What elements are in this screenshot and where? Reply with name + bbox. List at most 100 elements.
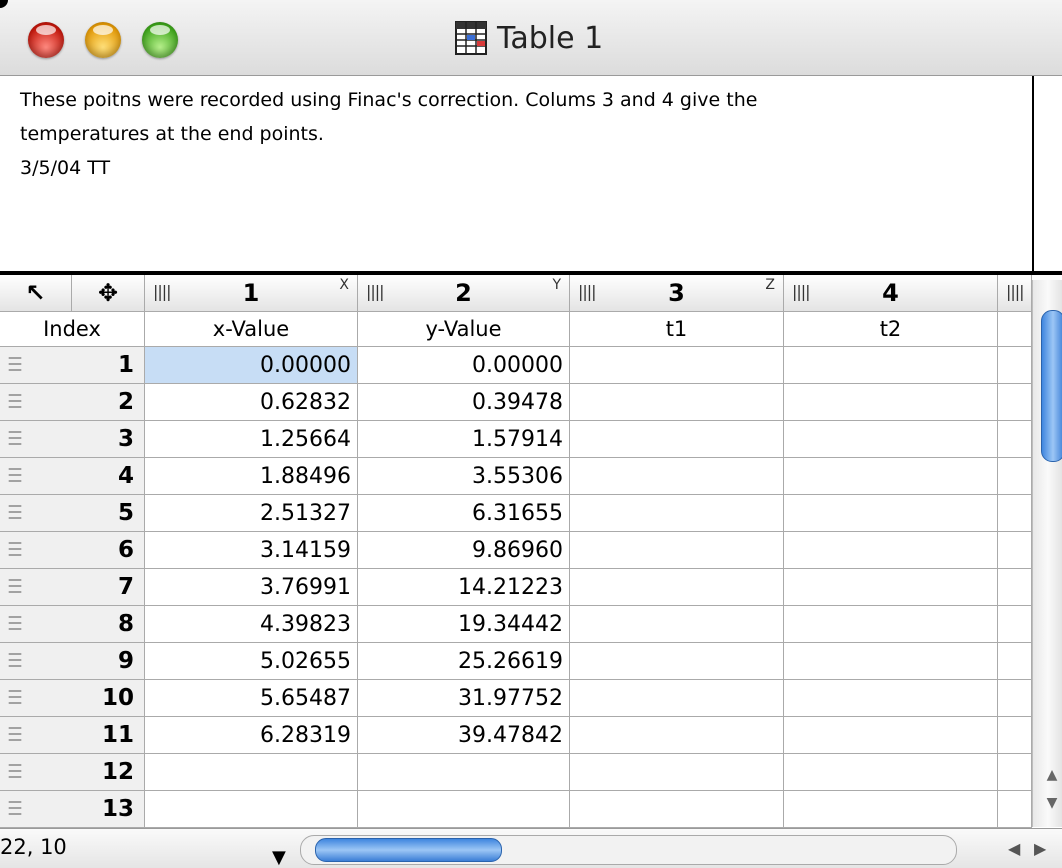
table-cell[interactable] [998, 458, 1032, 495]
table-cell[interactable] [998, 680, 1032, 717]
row-grip-icon[interactable]: — — — [8, 499, 22, 525]
column-name-5[interactable] [998, 312, 1032, 347]
row-header[interactable]: — — — 11 [0, 717, 145, 754]
table-cell[interactable] [998, 569, 1032, 606]
table-cell[interactable]: 1.25664 [145, 421, 358, 458]
vertical-scroll-thumb[interactable] [1041, 310, 1062, 462]
table-cell[interactable] [358, 791, 570, 828]
table-cell[interactable] [784, 680, 998, 717]
row-header[interactable]: — — — 1 [0, 347, 145, 384]
table-cell[interactable] [570, 384, 784, 421]
table-cell[interactable] [784, 791, 998, 828]
table-cell[interactable] [998, 643, 1032, 680]
minimize-button[interactable] [85, 22, 121, 58]
table-cell[interactable] [784, 717, 998, 754]
table-cell[interactable]: 6.31655 [358, 495, 570, 532]
row-grip-icon[interactable]: — — — [8, 647, 22, 673]
zoom-button[interactable] [142, 22, 178, 58]
row-grip-icon[interactable]: — — — [8, 758, 22, 784]
table-cell[interactable] [570, 754, 784, 791]
table-cell[interactable] [998, 606, 1032, 643]
row-header[interactable]: — — — 4 [0, 458, 145, 495]
row-grip-icon[interactable]: — — — [8, 462, 22, 488]
table-cell[interactable]: 5.02655 [145, 643, 358, 680]
table-cell[interactable]: 19.34442 [358, 606, 570, 643]
table-cell[interactable] [998, 717, 1032, 754]
table-cell[interactable] [570, 458, 784, 495]
column-grip-icon[interactable]: |||| [366, 282, 385, 301]
table-cell[interactable]: 0.00000 [145, 347, 358, 384]
table-cell[interactable]: 4.39823 [145, 606, 358, 643]
row-header[interactable]: — — — 3 [0, 421, 145, 458]
column-grip-icon[interactable]: |||| [153, 282, 172, 301]
column-name-2[interactable]: y-Value [358, 312, 570, 347]
table-cell[interactable]: 0.62832 [145, 384, 358, 421]
table-cell[interactable] [358, 754, 570, 791]
table-cell[interactable]: 9.86960 [358, 532, 570, 569]
column-name-1[interactable]: x-Value [145, 312, 358, 347]
row-grip-icon[interactable]: — — — [8, 610, 22, 636]
scroll-up-arrow-icon[interactable]: ▲ [1041, 767, 1062, 789]
table-cell[interactable]: 6.28319 [145, 717, 358, 754]
column-grip-icon[interactable]: |||| [1006, 282, 1025, 301]
horizontal-scrollbar[interactable] [300, 835, 957, 865]
table-cell[interactable]: 3.76991 [145, 569, 358, 606]
vertical-scrollbar[interactable]: ▲ ▼ [1032, 280, 1062, 827]
row-header[interactable]: — — — 12 [0, 754, 145, 791]
table-cell[interactable]: 25.26619 [358, 643, 570, 680]
table-cell[interactable] [145, 791, 358, 828]
table-cell[interactable]: 1.57914 [358, 421, 570, 458]
table-cell[interactable] [998, 495, 1032, 532]
table-cell[interactable]: 1.88496 [145, 458, 358, 495]
column-header-1[interactable]: |||| 1 X [145, 275, 358, 312]
row-header[interactable]: — — — 13 [0, 791, 145, 828]
row-grip-icon[interactable]: — — — [8, 425, 22, 451]
table-cell[interactable] [784, 421, 998, 458]
column-name-4[interactable]: t2 [784, 312, 998, 347]
table-cell[interactable] [998, 421, 1032, 458]
table-cell[interactable]: 5.65487 [145, 680, 358, 717]
column-grip-icon[interactable]: |||| [792, 282, 811, 301]
table-cell[interactable]: 2.51327 [145, 495, 358, 532]
close-button[interactable] [28, 22, 64, 58]
table-cell[interactable]: 3.55306 [358, 458, 570, 495]
row-header[interactable]: — — — 10 [0, 680, 145, 717]
table-cell[interactable] [784, 754, 998, 791]
table-cell[interactable] [998, 347, 1032, 384]
row-header[interactable]: — — — 2 [0, 384, 145, 421]
table-cell[interactable] [998, 384, 1032, 421]
row-header[interactable]: — — — 5 [0, 495, 145, 532]
notes-area[interactable]: These poitns were recorded using Finac's… [0, 76, 1032, 271]
table-cell[interactable] [570, 606, 784, 643]
table-cell[interactable]: 3.14159 [145, 532, 358, 569]
row-grip-icon[interactable]: — — — [8, 684, 22, 710]
table-cell[interactable]: 0.39478 [358, 384, 570, 421]
table-cell[interactable] [998, 754, 1032, 791]
table-cell[interactable] [998, 791, 1032, 828]
row-header[interactable]: — — — 6 [0, 532, 145, 569]
column-header-4[interactable]: |||| 4 [784, 275, 998, 312]
table-cell[interactable] [570, 643, 784, 680]
table-cell[interactable] [784, 347, 998, 384]
table-cell[interactable] [570, 680, 784, 717]
table-cell[interactable] [570, 532, 784, 569]
row-header[interactable]: — — — 8 [0, 606, 145, 643]
table-cell[interactable]: 39.47842 [358, 717, 570, 754]
row-grip-icon[interactable]: — — — [8, 351, 22, 377]
table-cell[interactable] [570, 569, 784, 606]
table-cell[interactable] [784, 495, 998, 532]
table-cell[interactable] [570, 717, 784, 754]
row-grip-icon[interactable]: — — — [8, 795, 22, 821]
move-tool[interactable]: ✥ [72, 275, 145, 312]
column-grip-icon[interactable]: |||| [578, 282, 597, 301]
table-cell[interactable]: 0.00000 [358, 347, 570, 384]
table-cell[interactable] [145, 754, 358, 791]
table-cell[interactable] [784, 643, 998, 680]
scroll-left-arrow-icon[interactable]: ◀ [1008, 839, 1020, 858]
row-grip-icon[interactable]: — — — [8, 573, 22, 599]
table-cell[interactable] [784, 569, 998, 606]
row-header[interactable]: — — — 9 [0, 643, 145, 680]
column-header-2[interactable]: |||| 2 Y [358, 275, 570, 312]
table-cell[interactable] [570, 791, 784, 828]
table-cell[interactable]: 14.21223 [358, 569, 570, 606]
